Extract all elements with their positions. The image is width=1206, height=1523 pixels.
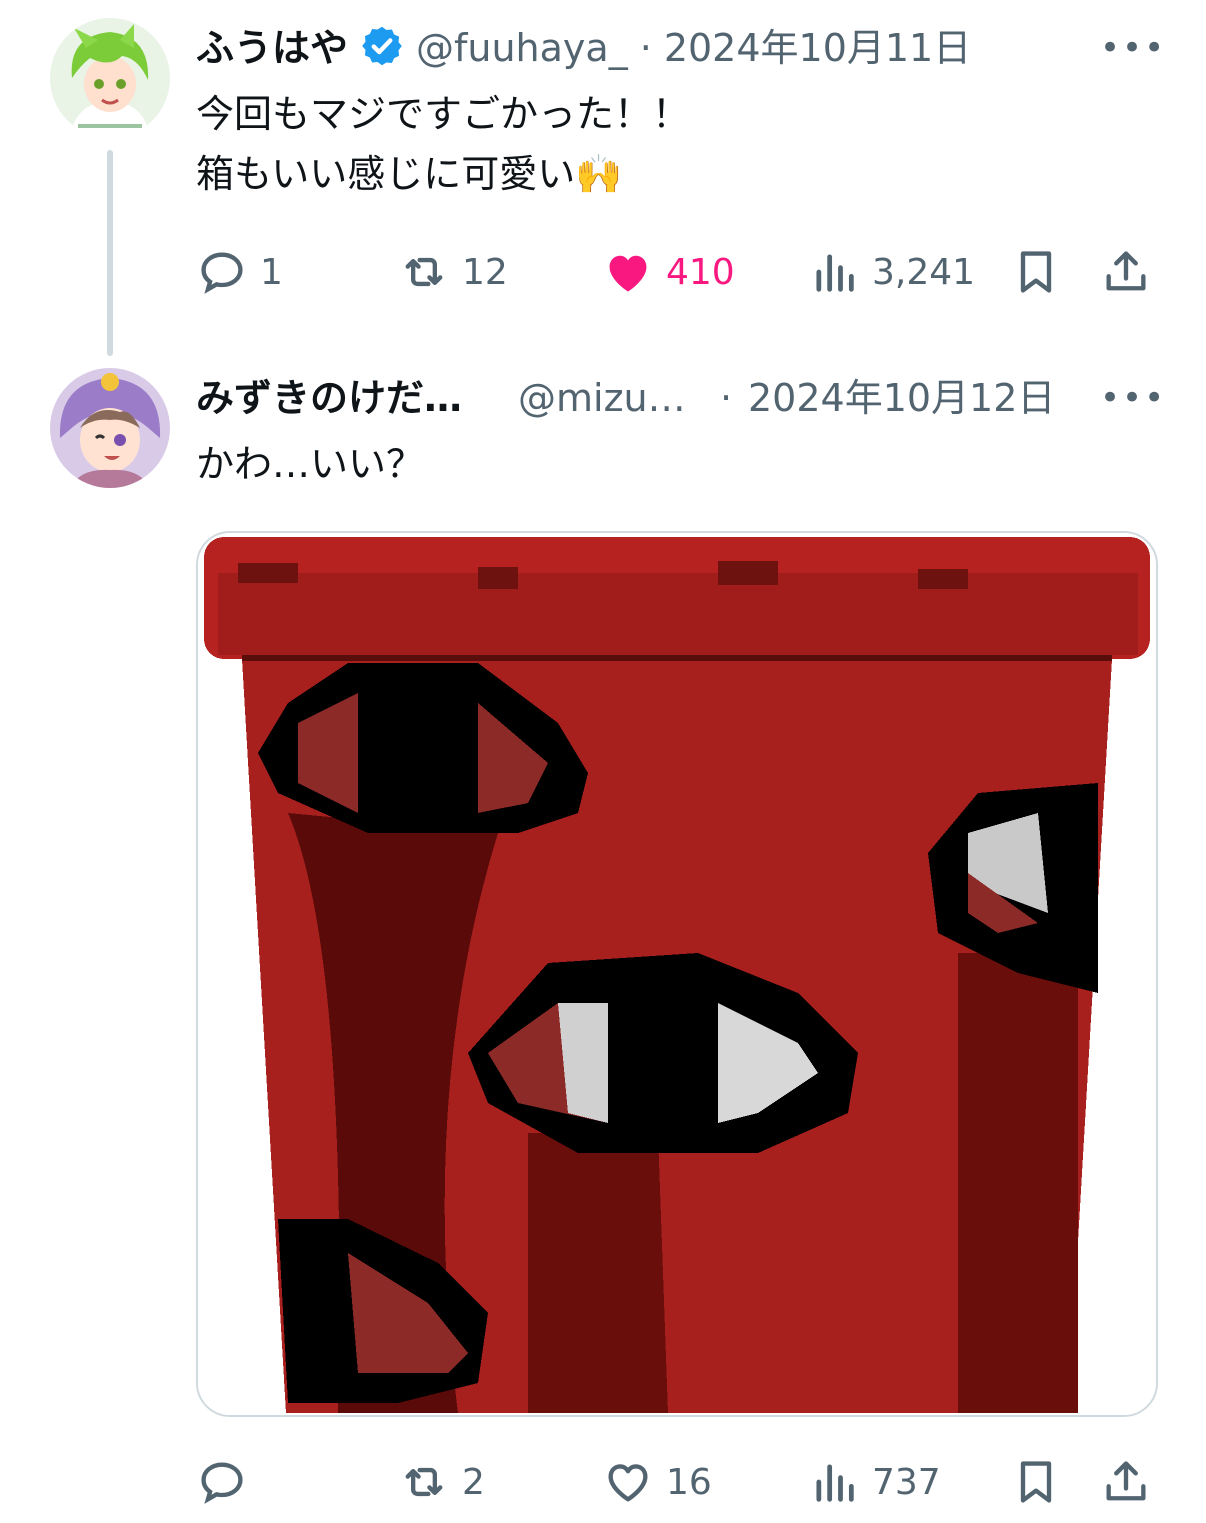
like-icon (608, 1464, 648, 1502)
share-button[interactable] (1100, 1452, 1152, 1512)
more-icon[interactable]: ••• (1100, 378, 1166, 418)
tweet-1-header: ふうはや @fuuhaya_ · 2024年10月11日 (196, 24, 971, 72)
verified-badge-icon (360, 24, 404, 72)
bookmark-icon (1020, 1461, 1052, 1503)
display-name[interactable]: みずきのけだ… (196, 374, 462, 422)
avatar-fuuhaya[interactable] (50, 18, 170, 138)
repost-count: 2 (462, 1461, 485, 1503)
more-icon[interactable]: ••• (1100, 28, 1166, 68)
reply-count: 1 (260, 251, 283, 293)
repost-button[interactable]: 2 (398, 1452, 485, 1512)
separator-dot: · (720, 376, 733, 420)
pixel-art-red-box (198, 533, 1156, 1415)
thread-connector-line (107, 150, 113, 356)
reply-icon (201, 1462, 243, 1504)
handle[interactable]: @mizu… (518, 374, 686, 422)
handle[interactable]: @fuuhaya_ (416, 24, 628, 72)
tweet-2-actions: 2 16 737 (196, 1452, 1154, 1512)
reply-icon (201, 252, 243, 294)
like-icon (609, 255, 647, 292)
bookmark-icon (1020, 251, 1052, 293)
tweet-2-header: みずきのけだ… (196, 374, 462, 422)
reply-button[interactable]: 1 (196, 242, 283, 302)
avatar-mizuki[interactable] (50, 368, 170, 488)
views-icon (816, 254, 854, 292)
timestamp[interactable]: 2024年10月11日 (664, 24, 971, 72)
bookmark-button[interactable] (1010, 1452, 1062, 1512)
display-name[interactable]: ふうはや (196, 24, 348, 72)
share-icon (1106, 1461, 1146, 1501)
avatar-image (50, 18, 170, 138)
repost-icon (405, 257, 443, 287)
views-button[interactable]: 737 (808, 1452, 941, 1512)
tweet-text: 今回もマジですごかった！！ 箱もいい感じに可愛い🙌 (196, 92, 691, 196)
tweet-media-image[interactable] (196, 531, 1158, 1417)
tweet-text: かわ…いい？ (196, 442, 425, 486)
repost-count: 12 (462, 251, 508, 293)
bookmark-button[interactable] (1010, 242, 1062, 302)
like-button[interactable]: 16 (602, 1452, 712, 1512)
like-button[interactable]: 410 (602, 242, 735, 302)
separator-dot: · (639, 26, 652, 70)
repost-button[interactable]: 12 (398, 242, 508, 302)
timestamp[interactable]: 2024年10月12日 (748, 374, 1055, 422)
repost-icon (405, 1467, 443, 1497)
like-count: 410 (666, 251, 735, 293)
reply-button[interactable] (196, 1452, 260, 1512)
share-button[interactable] (1100, 242, 1152, 302)
avatar-image (50, 368, 170, 488)
like-count: 16 (666, 1461, 712, 1503)
views-count: 3,241 (872, 251, 976, 293)
views-icon (816, 1464, 854, 1502)
tweet-1-actions: 1 12 410 3,241 (196, 242, 1154, 302)
views-count: 737 (872, 1461, 941, 1503)
share-icon (1106, 251, 1146, 291)
views-button[interactable]: 3,241 (808, 242, 975, 302)
